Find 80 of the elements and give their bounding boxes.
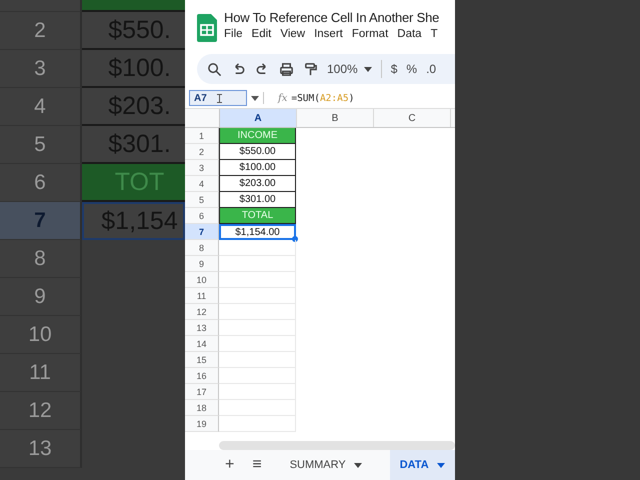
column-header[interactable]: C — [374, 109, 451, 127]
table-cell[interactable]: $1,154.00 — [219, 224, 296, 240]
document-title[interactable]: How To Reference Cell In Another She — [224, 10, 440, 25]
row-number[interactable]: 14 — [185, 336, 219, 352]
menu-item[interactable]: T — [430, 28, 438, 40]
add-sheet-button[interactable]: + — [225, 456, 234, 474]
row-number: 7 — [0, 202, 82, 240]
table-cell[interactable] — [219, 288, 296, 304]
fill-handle[interactable] — [292, 236, 298, 242]
paint-roller-icon[interactable] — [303, 62, 318, 76]
row-number[interactable]: 16 — [185, 368, 219, 384]
sheet-tab[interactable]: SUMMARY — [280, 450, 372, 480]
row-number: 9 — [0, 278, 82, 316]
row-number: 3 — [0, 50, 82, 88]
table-cell[interactable] — [219, 416, 296, 432]
menu-item[interactable]: Data — [397, 28, 422, 40]
menu-item[interactable]: Format — [352, 28, 388, 40]
table-cell[interactable] — [219, 320, 296, 336]
caret-icon — [436, 462, 445, 468]
print-icon[interactable] — [279, 62, 294, 76]
row-number[interactable]: 3 — [185, 160, 219, 176]
table-cell[interactable] — [219, 352, 296, 368]
table-cell[interactable] — [219, 256, 296, 272]
row-number[interactable]: 6 — [185, 208, 219, 224]
table-cell[interactable] — [219, 272, 296, 288]
menu-item[interactable]: Edit — [252, 28, 272, 40]
table-cell[interactable] — [219, 384, 296, 400]
row-number[interactable]: 5 — [185, 192, 219, 208]
table-cell[interactable] — [219, 336, 296, 352]
table-cell[interactable] — [219, 400, 296, 416]
menu-item[interactable]: Insert — [314, 28, 343, 40]
row-number: 10 — [0, 316, 82, 354]
horizontal-scrollbar[interactable] — [219, 441, 455, 450]
text-cursor-icon — [216, 94, 222, 102]
row-number[interactable]: 9 — [185, 256, 219, 272]
spreadsheet-logo-icon — [197, 14, 217, 42]
zoom-dropdown[interactable]: 100% — [327, 62, 372, 76]
search-icon[interactable] — [207, 62, 222, 76]
row-number[interactable]: 1 — [185, 128, 219, 144]
row-number: 12 — [0, 392, 82, 430]
decimal-decrease-button[interactable]: .0 — [426, 62, 436, 76]
row-number: 11 — [0, 354, 82, 392]
row-number[interactable]: 17 — [185, 384, 219, 400]
row-number[interactable]: 2 — [185, 144, 219, 160]
table-cell[interactable] — [219, 240, 296, 256]
menu-item[interactable]: File — [224, 28, 243, 40]
row-number[interactable]: 10 — [185, 272, 219, 288]
row-number: 6 — [0, 164, 82, 202]
row-number: 4 — [0, 88, 82, 126]
column-header[interactable]: A — [220, 109, 297, 127]
row-number[interactable]: 7 — [185, 224, 219, 240]
table-cell[interactable]: $100.00 — [219, 160, 296, 176]
row-number: 2 — [0, 12, 82, 50]
row-number: 5 — [0, 126, 82, 164]
caret-icon — [364, 66, 372, 72]
table-cell[interactable]: $550.00 — [219, 144, 296, 160]
currency-format-button[interactable]: $ — [390, 62, 398, 76]
name-box[interactable]: A7 — [189, 90, 247, 106]
sheet-list-button[interactable]: ≡ — [252, 456, 262, 474]
table-cell[interactable] — [219, 304, 296, 320]
row-number[interactable]: 12 — [185, 304, 219, 320]
caret-icon — [354, 462, 362, 468]
row-number[interactable]: 11 — [185, 288, 219, 304]
table-cell[interactable]: $203.00 — [219, 176, 296, 192]
formula-text[interactable]: =SUM(A2:A5) — [291, 92, 354, 104]
sheet-tab[interactable]: DATA — [390, 450, 455, 480]
percent-format-button[interactable]: % — [406, 62, 418, 76]
row-number[interactable]: 13 — [185, 320, 219, 336]
row-number[interactable]: 4 — [185, 176, 219, 192]
caret-icon — [251, 96, 259, 100]
row-number: 13 — [0, 430, 82, 468]
row-number: 8 — [0, 240, 82, 278]
row-number[interactable]: 19 — [185, 416, 219, 432]
table-cell[interactable] — [219, 368, 296, 384]
column-header[interactable]: B — [297, 109, 374, 127]
row-number[interactable]: 8 — [185, 240, 219, 256]
menu-item[interactable]: View — [280, 28, 306, 40]
row-number[interactable]: 15 — [185, 352, 219, 368]
row-number[interactable]: 18 — [185, 400, 219, 416]
function-label: fx — [278, 92, 288, 104]
